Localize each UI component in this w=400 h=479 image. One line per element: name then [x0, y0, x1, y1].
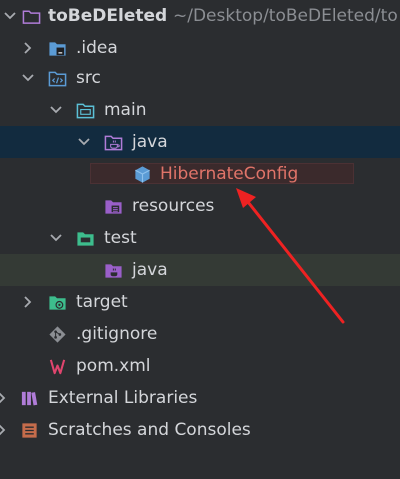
project-tree: toBeDEleted ~/Desktop/toBeDEleted/to .id… [0, 0, 400, 479]
annotation-arrow [236, 188, 345, 324]
